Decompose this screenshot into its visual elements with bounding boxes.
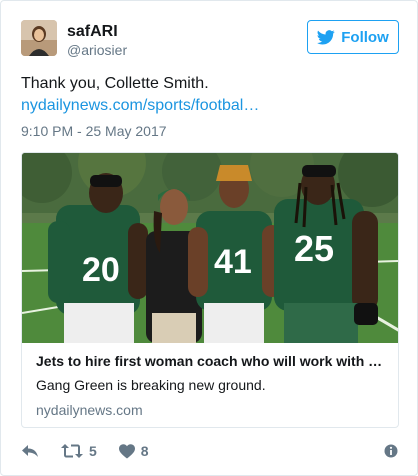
tweet-timestamp[interactable]: 9:10 PM - 25 May 2017 bbox=[21, 122, 167, 140]
jersey-number-3: 25 bbox=[294, 228, 334, 269]
follow-button[interactable]: Follow bbox=[307, 20, 399, 54]
tweet-link[interactable]: nydailynews.com/sports/footbal… bbox=[21, 95, 401, 117]
info-icon[interactable] bbox=[384, 444, 398, 463]
jersey-number-2: 41 bbox=[214, 243, 252, 281]
reply-button[interactable] bbox=[21, 443, 39, 459]
retweet-button[interactable]: 5 bbox=[61, 443, 97, 459]
card-image[interactable]: 20 41 25 bbox=[22, 153, 398, 343]
heart-icon bbox=[118, 443, 135, 459]
card-title[interactable]: Jets to hire first woman coach who will … bbox=[36, 353, 392, 369]
tweet-text: Thank you, Collette Smith. nydailynews.c… bbox=[21, 73, 401, 117]
tweet-card: safARI @ariosier Follow Thank you, Colle… bbox=[0, 0, 418, 476]
retweet-count: 5 bbox=[89, 443, 97, 459]
tweet-body: Thank you, Collette Smith. bbox=[21, 75, 209, 92]
user-name[interactable]: safARI bbox=[67, 23, 118, 41]
like-count: 8 bbox=[140, 443, 149, 459]
retweet-icon bbox=[61, 443, 83, 459]
link-card[interactable]: 20 41 25 Jets to hire first woman coach … bbox=[21, 152, 399, 428]
twitter-bird-icon bbox=[317, 29, 335, 45]
card-domain: nydailynews.com bbox=[36, 402, 143, 418]
card-description: Gang Green is breaking new ground. bbox=[36, 377, 266, 393]
reply-icon bbox=[21, 443, 39, 459]
follow-label: Follow bbox=[341, 28, 389, 46]
user-handle[interactable]: @ariosier bbox=[67, 41, 127, 59]
tweet-actions: 5 8 bbox=[21, 441, 171, 461]
jersey-number-1: 20 bbox=[82, 251, 120, 289]
user-avatar[interactable] bbox=[21, 20, 57, 56]
like-button[interactable]: 8 bbox=[118, 443, 149, 459]
